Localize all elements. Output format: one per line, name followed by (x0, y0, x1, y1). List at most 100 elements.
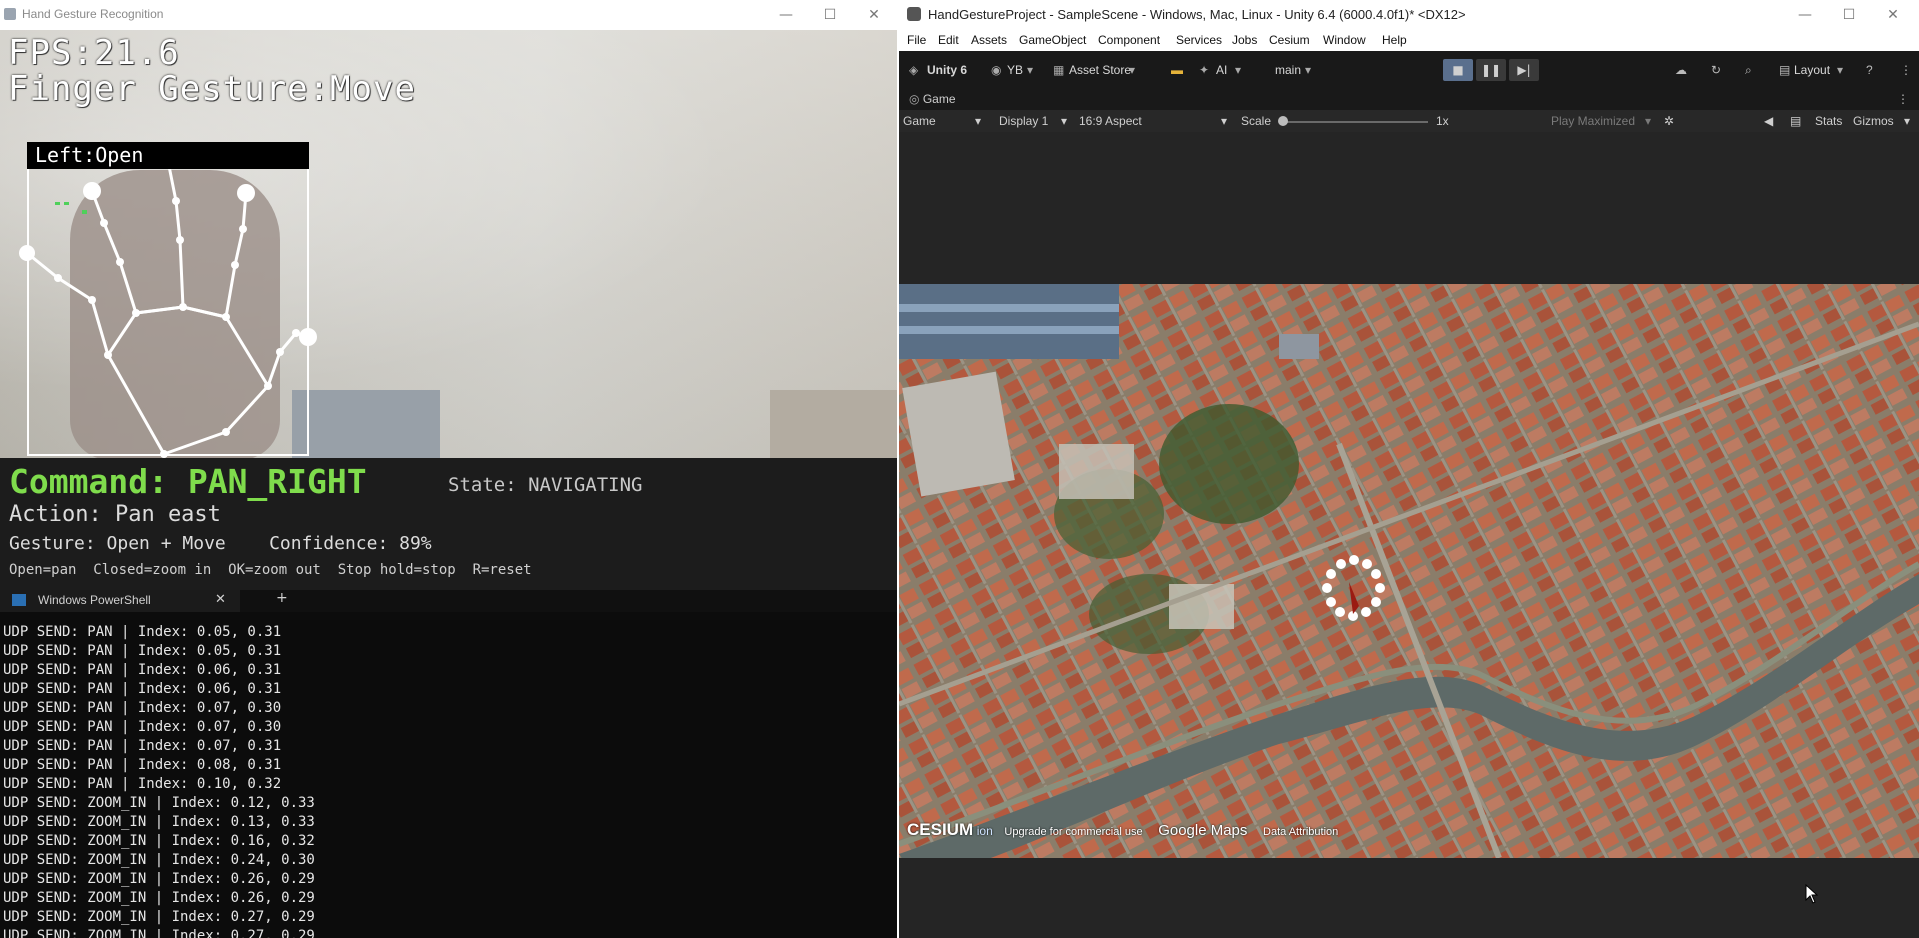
menu-help[interactable]: Help (1382, 33, 1407, 47)
unity-window-controls: — ☐ ✕ (1783, 4, 1915, 26)
asset-store-button[interactable]: Asset Store (1069, 63, 1131, 77)
help-icon[interactable]: ? (1866, 63, 1873, 77)
terminal-line: UDP SEND: ZOOM_IN | Index: 0.13, 0.33 (3, 814, 315, 830)
terminal-output[interactable]: UDP SEND: PAN | Index: 0.05, 0.31 UDP SEN… (0, 612, 899, 938)
cesium-ion-label: ion (976, 824, 993, 838)
gizmos-button[interactable]: Gizmos (1853, 114, 1894, 128)
cloud-icon[interactable]: ☁ (1675, 63, 1687, 77)
play-mode-dropdown-icon: ▾ (1645, 114, 1652, 128)
terminal-tab-close-icon[interactable]: ✕ (215, 592, 226, 607)
scale-slider-handle[interactable] (1278, 116, 1288, 126)
user-button[interactable]: YB (1007, 63, 1023, 77)
maximize-button[interactable]: ☐ (808, 4, 852, 26)
close-button[interactable]: ✕ (852, 4, 896, 26)
unity-window-title: HandGestureProject - SampleScene - Windo… (928, 7, 1466, 22)
tab-game-label: Game (922, 92, 956, 106)
unity-view-tabbar (899, 89, 1919, 110)
bug-icon[interactable]: ✲ (1664, 114, 1674, 128)
menu-services[interactable]: Services (1176, 33, 1222, 47)
scale-label: Scale (1241, 114, 1272, 128)
menu-cesium[interactable]: Cesium (1269, 33, 1310, 47)
terminal-line: UDP SEND: PAN | Index: 0.05, 0.31 (3, 643, 282, 659)
unity-maximize-button[interactable]: ☐ (1827, 4, 1871, 26)
menu-assets[interactable]: Assets (971, 33, 1007, 47)
layout-button[interactable]: Layout (1794, 63, 1830, 77)
tab-game[interactable]: ◎ Game (909, 92, 956, 106)
menu-window[interactable]: Window (1323, 33, 1366, 47)
map-attribution: CESIUM ion Upgrade for commercial use Go… (907, 820, 1338, 840)
action-readout: Action: Pan east (9, 502, 221, 527)
google-maps-logo: Google Maps (1158, 822, 1248, 839)
stats-button[interactable]: Stats (1815, 114, 1842, 128)
terminal-line: UDP SEND: PAN | Index: 0.10, 0.32 (3, 776, 282, 792)
cesium-logo: CESIUM (907, 820, 974, 839)
command-value: PAN_RIGHT (187, 462, 367, 501)
display-dropdown[interactable]: Display 1 (999, 114, 1048, 128)
gesture-confidence-readout: Gesture: Open + Move Confidence: 89% (9, 533, 432, 554)
state-readout: State: NAVIGATING (448, 474, 643, 496)
terminal-line: UDP SEND: PAN | Index: 0.07, 0.31 (3, 738, 282, 754)
upgrade-link[interactable]: Upgrade for commercial use (1004, 826, 1142, 838)
menu-component[interactable]: Component (1098, 33, 1160, 47)
gamepad-icon: ◎ (909, 92, 923, 106)
game-mode-dropdown[interactable]: Game (903, 114, 936, 128)
terminal-line: UDP SEND: PAN | Index: 0.07, 0.30 (3, 700, 282, 716)
ai-dropdown-icon: ▾ (1235, 63, 1242, 77)
hand-window-controls: — ☐ ✕ (764, 4, 896, 26)
menu-gameobject[interactable]: GameObject (1019, 33, 1086, 47)
fps-readout: FPS:21.6 (8, 33, 180, 73)
game-mode-dropdown-icon: ▾ (975, 114, 982, 128)
menu-jobs[interactable]: Jobs (1232, 33, 1257, 47)
pause-icon: ❚❚ (1480, 63, 1502, 77)
aspect-info-icon[interactable]: ▤ (1790, 114, 1801, 128)
pause-button[interactable]: ❚❚ (1476, 59, 1506, 81)
terminal-line: UDP SEND: ZOOM_IN | Index: 0.26, 0.29 (3, 871, 315, 887)
asset-store-dropdown-icon: ▾ (1129, 63, 1136, 77)
play-button[interactable]: ■ (1443, 59, 1473, 81)
terminal-line: UDP SEND: ZOOM_IN | Index: 0.27, 0.29 (3, 909, 315, 925)
tab-menu-icon[interactable]: ⋮ (1897, 92, 1909, 106)
mute-audio-icon[interactable]: ◀ (1764, 114, 1773, 128)
menu-edit[interactable]: Edit (938, 33, 959, 47)
minimize-button[interactable]: — (764, 4, 808, 26)
terminal-line: UDP SEND: PAN | Index: 0.07, 0.30 (3, 719, 282, 735)
package-icon[interactable]: ▬ (1171, 63, 1183, 77)
layout-dropdown-icon: ▾ (1837, 63, 1844, 77)
store-icon: ▦ (1053, 63, 1065, 77)
menu-file[interactable]: File (907, 33, 926, 47)
ai-button[interactable]: AI (1216, 63, 1227, 77)
user-icon: ◉ (991, 63, 1002, 77)
terminal-line: UDP SEND: ZOOM_IN | Index: 0.16, 0.32 (3, 833, 315, 849)
aspect-dropdown[interactable]: 16:9 Aspect (1079, 114, 1142, 128)
command-label: Command: (9, 462, 168, 501)
finger-gesture-readout: Finger Gesture:Move (8, 69, 416, 109)
account-button[interactable]: Unity 6 (927, 63, 967, 77)
app-icon (4, 8, 16, 20)
unity-menubar: File Edit Assets GameObject Component Se… (899, 30, 1919, 52)
step-button[interactable]: ▶| (1509, 59, 1539, 81)
terminal-line: UDP SEND: PAN | Index: 0.06, 0.31 (3, 662, 282, 678)
gizmos-dropdown-icon: ▾ (1904, 114, 1911, 128)
aspect-dropdown-icon: ▾ (1221, 114, 1228, 128)
terminal-line: UDP SEND: PAN | Index: 0.05, 0.31 (3, 624, 282, 640)
satellite-map[interactable]: CESIUM ion Upgrade for commercial use Go… (899, 284, 1919, 858)
branch-button[interactable]: main (1275, 63, 1301, 77)
more-options-icon[interactable]: ⋮ (1900, 63, 1912, 77)
user-dropdown-icon: ▾ (1027, 63, 1034, 77)
new-tab-button[interactable]: + (276, 590, 288, 606)
search-icon[interactable]: ⌕ (1745, 63, 1752, 78)
unity-close-button[interactable]: ✕ (1871, 4, 1915, 26)
scale-slider[interactable] (1283, 121, 1428, 123)
display-dropdown-icon: ▾ (1061, 114, 1068, 128)
layout-icon: ▤ (1779, 63, 1791, 77)
terminal-line: UDP SEND: ZOOM_IN | Index: 0.26, 0.29 (3, 890, 315, 906)
unity-minimize-button[interactable]: — (1783, 4, 1827, 26)
history-icon[interactable]: ↻ (1711, 63, 1721, 77)
game-view-letterbox-bottom (899, 858, 1919, 938)
branch-dropdown-icon: ▾ (1305, 63, 1312, 77)
terminal-line: UDP SEND: ZOOM_IN | Index: 0.24, 0.30 (3, 852, 315, 868)
data-attribution-link[interactable]: Data Attribution (1263, 826, 1338, 838)
unity-cube-icon: ◈ (909, 63, 919, 77)
play-mode-dropdown[interactable]: Play Maximized (1551, 114, 1635, 128)
mouse-pointer-icon (1805, 884, 1819, 904)
